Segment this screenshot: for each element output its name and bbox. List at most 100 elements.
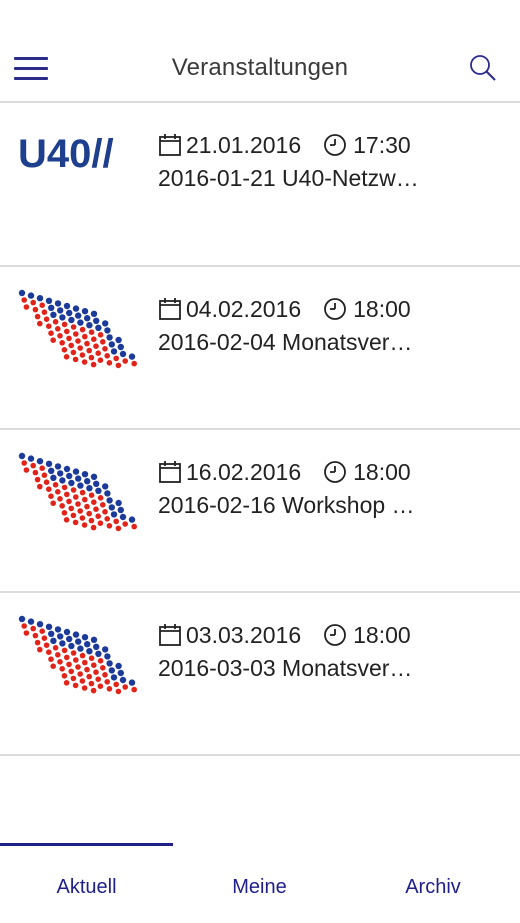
clock-icon [324,461,347,483]
dot-pattern-graphic [18,452,137,532]
calendar-icon [159,134,181,156]
logo-dot [68,642,75,650]
logo-dot [86,347,92,354]
logo-dot [81,308,89,315]
logo-dot [23,630,30,636]
logo-dot [50,663,56,669]
logo-dot [73,657,79,663]
logo-dot [100,339,106,345]
logo-dot [41,309,48,315]
logo-dot [104,653,111,660]
logo-dot [117,669,125,677]
logo-dot [90,524,97,531]
logo-dot [128,516,136,523]
logo-dot [104,679,110,685]
logo-dot [88,517,95,524]
logo-dot [119,676,127,684]
logo-dot [108,504,116,511]
logo-dot [64,654,70,661]
logo-dot [77,482,84,489]
logo-dot [97,332,104,338]
tab-label: Archiv [405,876,461,898]
logo-dot [37,483,43,490]
logo-dot [27,618,35,625]
logo-dot [70,487,77,493]
logo-dot [95,324,102,331]
logo-dot [66,472,73,480]
logo-dot [97,357,104,363]
logo-dot [23,304,30,310]
search-button[interactable] [466,52,500,86]
logo-dot [21,460,27,466]
logo-dot [86,322,93,329]
logo-dot [91,336,97,342]
logo-dot [63,680,70,686]
logo-dot [61,347,68,353]
logo-dot [57,333,63,339]
logo-dot [66,661,72,668]
logo-dot [75,338,81,344]
logo-dot [102,346,108,352]
logo-dot [37,320,43,327]
logo-dot [106,360,113,366]
logo-dot [95,487,102,494]
page-title: Veranstaltungen [171,54,349,81]
logo-dot [59,503,65,509]
logo-dot [84,340,90,347]
logo-dot [66,498,72,505]
logo-dot [34,313,41,320]
logo-dot [106,497,113,504]
logo-dot [59,340,65,346]
search-icon [470,55,496,81]
logo-dot [72,356,79,363]
calendar-icon [159,461,181,483]
logo-dot [70,650,77,656]
logo-dot [93,317,100,324]
logo-dot [97,658,104,664]
logo-dot [100,502,106,508]
tab-archiv[interactable]: Archiv [346,843,520,923]
logo-dot [91,499,97,505]
logo-dot [97,683,104,689]
logo-dot [21,623,27,629]
logo-dot [115,688,122,695]
tab-meine[interactable]: Meine [173,843,346,923]
event-list-item[interactable]: 04.02.2016 18:00 2016-02-04 Monatsver… [0,267,520,430]
dot-pattern-logo [16,287,148,371]
logo-dot [95,350,101,356]
logo-dot [108,667,116,674]
logo-dot [77,319,84,326]
calendar-icon [159,624,181,646]
logo-dot [119,350,127,358]
clock-icon [324,298,347,320]
logo-dot [55,652,61,658]
logo-dot [79,489,86,496]
logo-dot [21,297,27,303]
logo-dot [61,484,68,491]
logo-dot [45,623,53,630]
event-list-item[interactable]: 03.03.2016 18:00 2016-03-03 Monatsver… [0,593,520,756]
tab-aktuell[interactable]: Aktuell [0,843,173,923]
event-list-item[interactable]: U40// 21.01.2016 17:30 2016-01-21 U40-Ne… [0,103,520,267]
logo-dot [48,493,54,499]
logo-dot [73,494,79,500]
logo-dot [68,342,74,349]
logo-dot [86,510,92,517]
logo-dot [84,503,90,510]
logo-dot [122,684,128,690]
tab-label: Aktuell [56,876,117,898]
logo-dot [95,650,102,657]
logo-dot [50,337,56,343]
logo-dot [77,508,83,514]
logo-dot [90,636,98,643]
event-list-item[interactable]: 16.02.2016 18:00 2016-02-16 Workshop … [0,430,520,593]
logo-dot [72,519,79,526]
logo-dot [54,463,62,470]
logo-dot [30,462,36,469]
logo-dot [77,645,84,652]
logo-dot [82,496,88,503]
logo-dot [46,486,52,492]
bottom-tab-bar: Aktuell Meine Archiv [0,843,520,923]
logo-dot [131,360,137,367]
logo-dot [64,491,70,498]
